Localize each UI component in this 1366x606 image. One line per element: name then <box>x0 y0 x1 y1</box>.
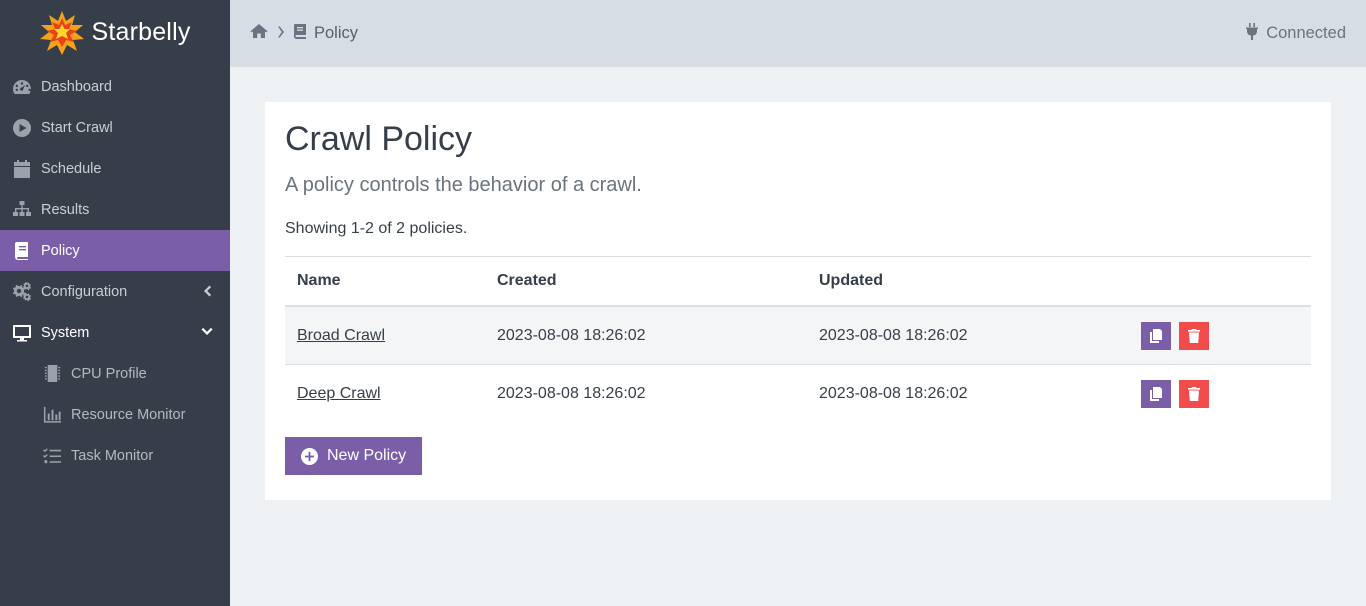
page-title: Crawl Policy <box>285 120 473 158</box>
new-policy-button[interactable]: New Policy <box>285 437 423 475</box>
policy-card: Crawl Policy A policy controls the behav… <box>265 102 1331 500</box>
sidebar-item-start-crawl[interactable]: Start Crawl <box>0 107 230 148</box>
sidebar-item-label: Resource Monitor <box>71 406 186 423</box>
new-policy-label: New Policy <box>327 447 407 464</box>
sidebar-item-configuration[interactable]: Configuration <box>0 271 230 312</box>
updated-cell: 2023-08-08 18:26:02 <box>819 385 968 402</box>
sidebar-item-label: Task Monitor <box>71 447 154 464</box>
status-label: Connected <box>1266 24 1346 42</box>
column-header-name[interactable]: Name <box>285 272 497 290</box>
sidebar-item-resource-monitor[interactable]: Resource Monitor <box>0 394 230 435</box>
plug-icon <box>1246 22 1259 45</box>
breadcrumb-label: Policy <box>314 24 359 42</box>
copy-policy-button[interactable] <box>1141 380 1171 408</box>
table-row: Broad Crawl 2023-08-08 18:26:02 2023-08-… <box>285 307 1311 365</box>
sidebar-item-policy[interactable]: Policy <box>0 230 230 271</box>
desktop-icon <box>10 323 34 343</box>
column-header-updated[interactable]: Updated <box>819 272 1141 290</box>
app-root: Starbelly Dashboard Start Crawl Schedule <box>0 0 1366 606</box>
policy-link[interactable]: Deep Crawl <box>297 385 381 402</box>
home-icon[interactable] <box>250 23 268 44</box>
trash-icon <box>1188 387 1200 401</box>
row-actions <box>1141 380 1209 408</box>
sidebar-item-dashboard[interactable]: Dashboard <box>0 66 230 107</box>
sidebar-item-system[interactable]: System <box>0 312 230 353</box>
sidebar-item-schedule[interactable]: Schedule <box>0 148 230 189</box>
row-actions <box>1141 321 1209 350</box>
book-icon <box>293 23 306 44</box>
copy-icon <box>1150 387 1162 401</box>
calendar-icon <box>10 159 34 179</box>
policy-table: Name Created Updated Broad Crawl 2023-08… <box>285 256 1311 423</box>
plus-circle-icon <box>301 447 318 465</box>
microchip-icon <box>40 364 64 384</box>
trash-icon <box>1188 328 1200 343</box>
sidebar-item-task-monitor[interactable]: Task Monitor <box>0 435 230 476</box>
sitemap-icon <box>10 200 34 220</box>
sidebar-item-label: System <box>41 324 90 341</box>
sidebar-item-label: Start Crawl <box>41 119 113 136</box>
column-header-created[interactable]: Created <box>497 272 819 290</box>
created-cell: 2023-08-08 18:26:02 <box>497 385 646 402</box>
chevron-right-icon <box>276 24 285 43</box>
connection-status: Connected <box>1246 0 1346 67</box>
chevron-down-icon[interactable] <box>200 325 214 339</box>
brand-name: Starbelly <box>91 17 191 46</box>
sidebar-item-results[interactable]: Results <box>0 189 230 230</box>
sidebar-item-cpu-profile[interactable]: CPU Profile <box>0 353 230 394</box>
sidebar: Starbelly Dashboard Start Crawl Schedule <box>0 0 230 606</box>
copy-policy-button[interactable] <box>1141 321 1171 350</box>
topbar: Policy Connected <box>230 0 1366 67</box>
play-circle-icon <box>10 118 34 138</box>
sidebar-item-label: Results <box>41 201 90 218</box>
sidebar-item-label: Policy <box>41 242 80 259</box>
pagination-summary: Showing 1-2 of 2 policies. <box>285 220 468 237</box>
chevron-left-icon[interactable] <box>200 284 214 298</box>
starburst-logo <box>40 11 85 55</box>
dashboard-gauge-icon <box>10 77 34 97</box>
tasks-icon <box>40 446 64 466</box>
sidebar-item-label: Configuration <box>41 283 128 300</box>
brand[interactable]: Starbelly <box>0 0 230 66</box>
gears-icon <box>10 281 34 302</box>
breadcrumb-current: Policy <box>293 23 359 44</box>
delete-policy-button[interactable] <box>1179 380 1209 408</box>
policy-name-cell: Deep Crawl <box>285 385 497 403</box>
table-row: Deep Crawl 2023-08-08 18:26:02 2023-08-0… <box>285 365 1311 423</box>
sidebar-item-label: CPU Profile <box>71 365 147 382</box>
updated-cell: 2023-08-08 18:26:02 <box>819 326 968 344</box>
copy-icon <box>1150 328 1162 343</box>
sidebar-nav: Dashboard Start Crawl Schedule Results P… <box>0 66 230 476</box>
bar-chart-icon <box>40 405 64 425</box>
created-cell: 2023-08-08 18:26:02 <box>497 326 646 344</box>
policy-name-cell: Broad Crawl <box>285 327 497 345</box>
table-header: Name Created Updated <box>285 257 1311 307</box>
sidebar-item-label: Schedule <box>41 160 102 177</box>
book-icon <box>10 241 34 261</box>
delete-policy-button[interactable] <box>1179 321 1209 350</box>
breadcrumb: Policy <box>250 23 358 44</box>
sidebar-item-label: Dashboard <box>41 78 112 95</box>
page-subtitle: A policy controls the behavior of a craw… <box>285 174 642 196</box>
policy-link[interactable]: Broad Crawl <box>297 327 385 344</box>
